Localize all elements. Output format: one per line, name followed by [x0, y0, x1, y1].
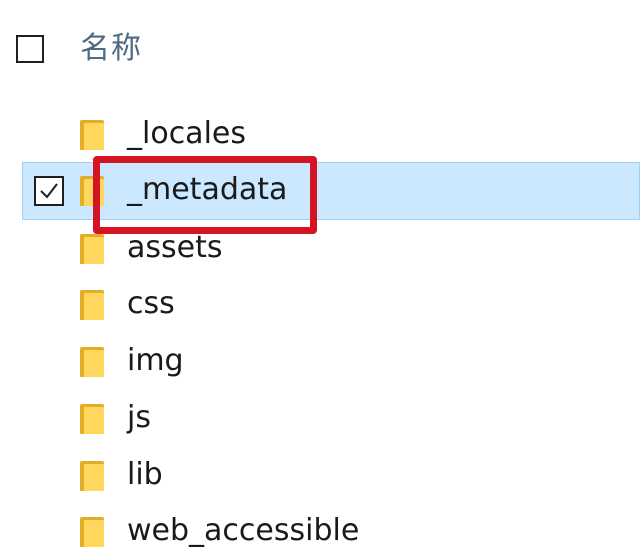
- file-name: img: [127, 343, 184, 378]
- row-checkbox[interactable]: [34, 176, 64, 206]
- file-name: css: [127, 286, 175, 321]
- list-item[interactable]: img: [0, 333, 640, 391]
- checkmark-icon: [40, 183, 58, 199]
- file-name: js: [127, 400, 151, 435]
- folder-icon: [80, 120, 104, 150]
- folder-icon: [80, 461, 104, 491]
- list-item[interactable]: lib: [0, 447, 640, 505]
- folder-icon: [80, 290, 104, 320]
- list-item[interactable]: web_accessible: [0, 503, 640, 549]
- list-item[interactable]: js: [0, 390, 640, 448]
- file-name: _metadata: [127, 172, 288, 207]
- file-name: web_accessible: [127, 513, 360, 548]
- list-item-selected[interactable]: _metadata: [22, 162, 640, 220]
- file-name: assets: [127, 230, 223, 265]
- select-all-checkbox[interactable]: [16, 35, 44, 63]
- list-item[interactable]: css: [0, 276, 640, 334]
- file-list-view: 名称 _locales _metadata assets css img js …: [0, 0, 640, 549]
- column-header: 名称: [0, 0, 640, 100]
- list-item[interactable]: assets: [0, 220, 640, 278]
- file-name: lib: [127, 457, 163, 492]
- folder-icon: [80, 347, 104, 377]
- folder-icon: [80, 176, 104, 206]
- folder-icon: [80, 404, 104, 434]
- folder-icon: [80, 517, 104, 547]
- file-name: _locales: [127, 116, 246, 151]
- list-item[interactable]: _locales: [0, 106, 640, 164]
- folder-icon: [80, 234, 104, 264]
- name-column-header[interactable]: 名称: [80, 28, 142, 70]
